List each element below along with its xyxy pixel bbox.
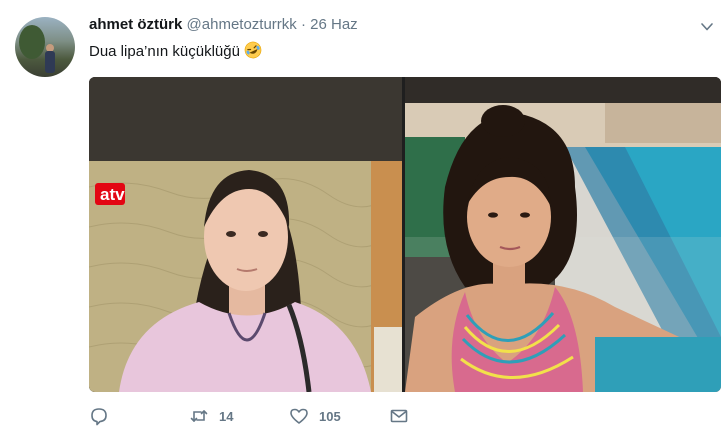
direct-message-button[interactable] — [389, 406, 409, 426]
tweet-text-row: Dua lipa’nın küçüklüğü — [89, 41, 262, 60]
like-count: 105 — [319, 408, 341, 424]
reply-icon — [91, 408, 107, 426]
tweet-actions: 14 105 — [89, 406, 721, 434]
left-photo: atv — [89, 77, 402, 392]
chevron-down-icon[interactable] — [700, 20, 714, 34]
tweet-date[interactable]: 26 Haz — [310, 16, 358, 33]
media-image-right[interactable] — [405, 77, 721, 392]
rolling-laughing-emoji-icon — [244, 41, 262, 59]
heart-icon — [290, 408, 308, 424]
retweet-count: 14 — [219, 408, 234, 424]
avatar-person — [45, 51, 55, 73]
right-photo — [405, 77, 721, 392]
media-image-left[interactable]: atv — [89, 77, 402, 392]
atv-logo-text: atv — [100, 185, 125, 204]
avatar-tree — [19, 25, 45, 59]
retweet-icon — [190, 410, 208, 422]
tweet-text: Dua lipa’nın küçüklüğü — [89, 43, 240, 60]
reply-button[interactable] — [89, 406, 119, 426]
tweet-header: ahmet öztürk @ahmetozturrkk · 26 Haz — [89, 16, 358, 33]
tweet-media[interactable]: atv — [89, 77, 721, 392]
envelope-icon — [390, 409, 408, 423]
author-handle[interactable]: @ahmetozturrkk — [187, 16, 297, 33]
retweet-button[interactable]: 14 — [189, 406, 233, 426]
author-avatar[interactable] — [15, 17, 75, 77]
author-name[interactable]: ahmet öztürk — [89, 16, 182, 33]
like-button[interactable]: 105 — [289, 406, 341, 426]
atv-logo: atv — [95, 183, 125, 205]
separator-dot: · — [300, 16, 306, 33]
